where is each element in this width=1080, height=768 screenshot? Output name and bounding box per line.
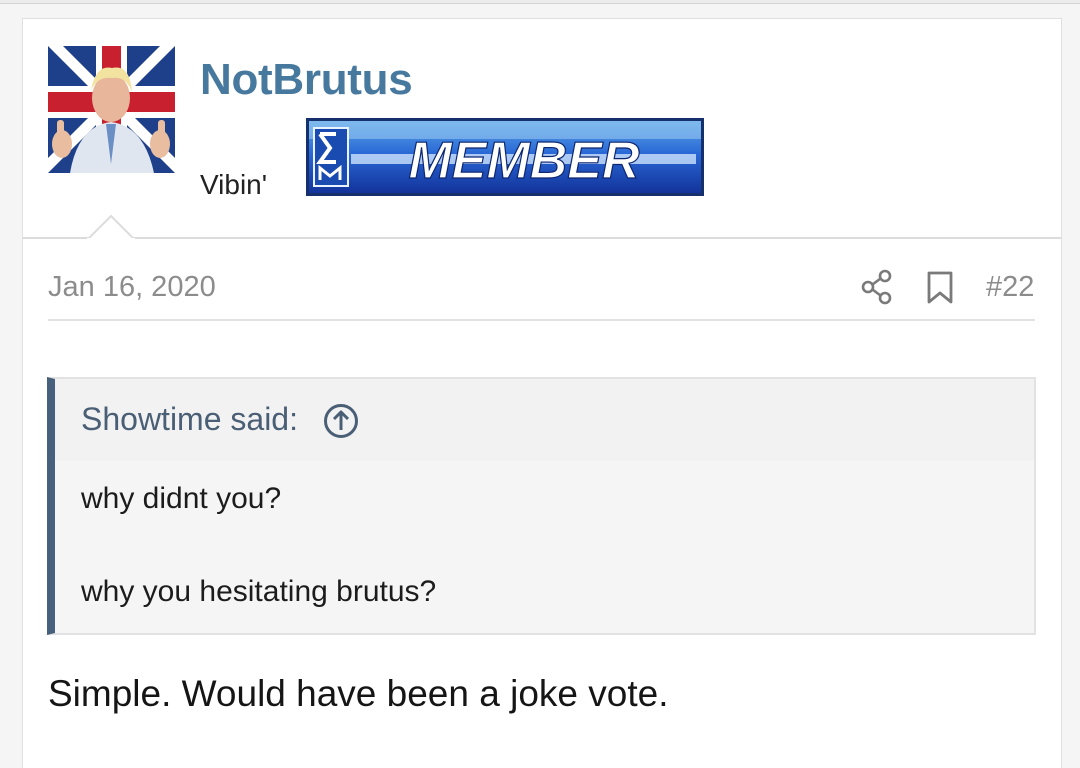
user-title: Vibin' — [200, 169, 268, 200]
bookmark-icon[interactable] — [926, 271, 954, 305]
avatar[interactable] — [48, 46, 175, 173]
arrow-up-circle-icon[interactable] — [323, 403, 359, 439]
share-icon[interactable] — [860, 269, 894, 305]
top-divider — [0, 0, 1080, 4]
quote-author-link[interactable]: Showtime said: — [81, 401, 298, 438]
username-link[interactable]: NotBrutus — [200, 55, 413, 105]
post-message: Simple. Would have been a joke vote. — [48, 673, 669, 714]
message-pointer — [87, 214, 135, 240]
post-date[interactable]: Jan 16, 2020 — [48, 271, 216, 304]
quote-block: Showtime said: why didnt you? why you he… — [47, 377, 1036, 635]
member-banner-text: MEMBER — [408, 132, 640, 190]
user-block: NotBrutus Vibin' MEMBER — [23, 19, 1061, 239]
post-number-link[interactable]: #22 — [986, 271, 1034, 304]
quote-line: why you hesitating brutus? — [81, 575, 437, 608]
quote-header: Showtime said: — [55, 379, 1034, 461]
member-banner: MEMBER — [306, 118, 704, 196]
post-card: NotBrutus Vibin' MEMBER Jan 16, 2020 #22… — [22, 18, 1062, 768]
quote-line: why didnt you? — [81, 482, 282, 515]
post-meta-bar: Jan 16, 2020 #22 — [48, 269, 1035, 321]
